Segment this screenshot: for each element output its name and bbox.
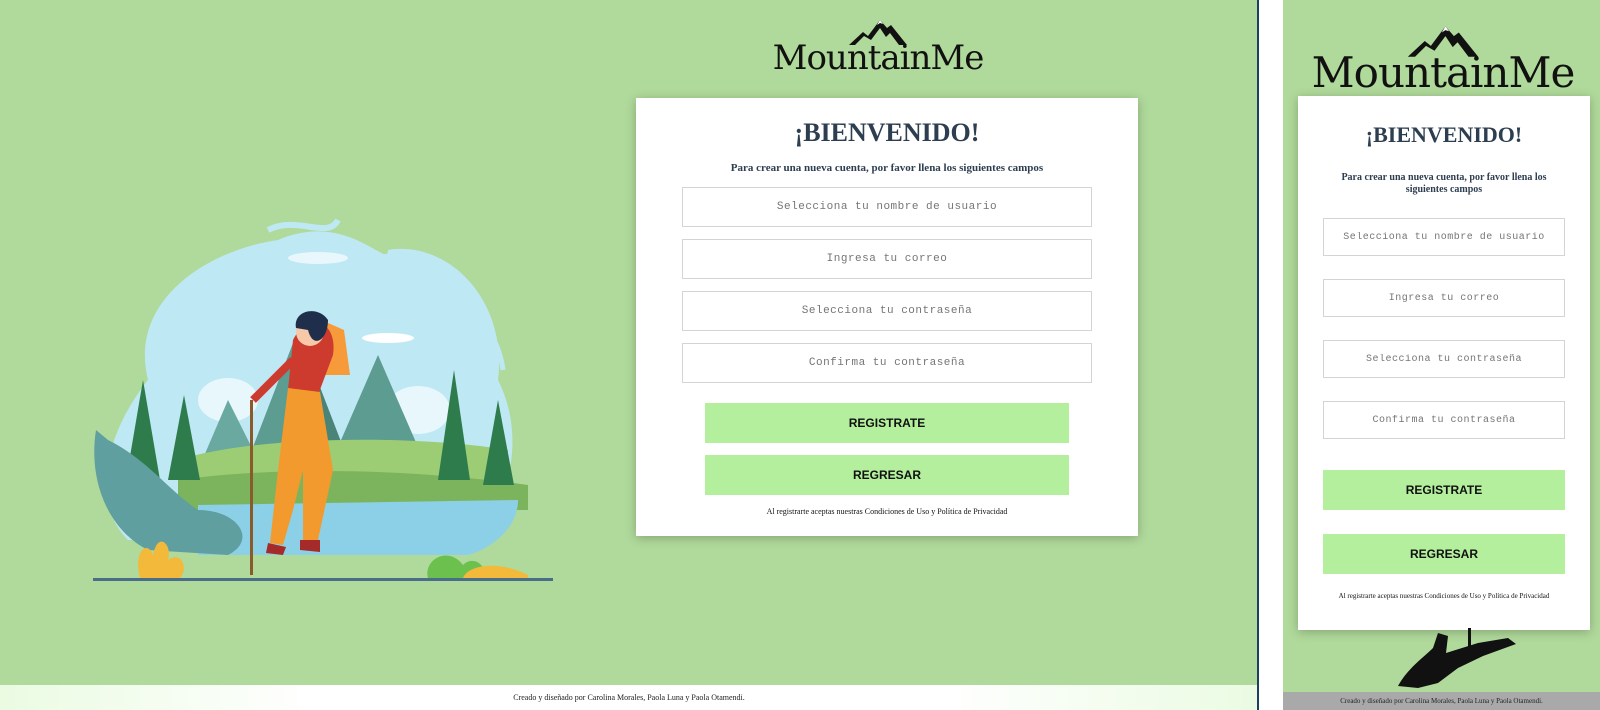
mobile-confirm-password-input[interactable] (1323, 401, 1565, 439)
welcome-title: ¡BIENVENIDO! (794, 118, 980, 147)
signup-subtitle: Para crear una nueva cuenta, por favor l… (730, 162, 1044, 174)
signup-card: ¡BIENVENIDO! Para crear una nueva cuenta… (636, 98, 1138, 536)
mobile-welcome-title: ¡BIENVENIDO! (1365, 122, 1523, 147)
password-input[interactable] (682, 291, 1092, 331)
brand-name: MountainMe (772, 38, 985, 78)
mobile-signup-card: ¡BIENVENIDO! Para crear una nueva cuenta… (1298, 96, 1590, 630)
terms-text: Al registrarte aceptas nuestras Condicio… (766, 507, 1008, 516)
footer-credits: Creado y diseñado por Carolina Morales, … (0, 685, 1258, 710)
mobile-username-input[interactable] (1323, 218, 1565, 256)
mobile-view: MountainMe ¡BIENVENIDO! Para crear una n… (1283, 0, 1600, 710)
mobile-footer-credits: Creado y diseñado por Carolina Morales, … (1283, 692, 1600, 710)
climber-silhouette-illustration (1398, 628, 1516, 688)
hiker-landscape-illustration (93, 218, 553, 581)
mobile-terms-text: Al registrarte aceptas nuestras Condicio… (1338, 592, 1550, 600)
view-gap (1259, 0, 1283, 710)
mobile-password-input[interactable] (1323, 340, 1565, 378)
mobile-register-button[interactable]: REGISTRATE (1323, 470, 1565, 510)
desktop-view: MountainMe ¡BIENVENIDO! Para crear una n… (0, 0, 1258, 710)
back-button[interactable]: REGRESAR (705, 455, 1069, 495)
mobile-brand-logo[interactable]: MountainMe (1312, 24, 1575, 96)
mobile-signup-subtitle: Para crear una nueva cuenta, por favor l… (1341, 172, 1547, 195)
register-button[interactable]: REGISTRATE (705, 403, 1069, 443)
mobile-brand-name: MountainMe (1311, 48, 1576, 97)
confirm-password-input[interactable] (682, 343, 1092, 383)
email-input[interactable] (682, 239, 1092, 279)
username-input[interactable] (682, 187, 1092, 227)
mobile-email-input[interactable] (1323, 279, 1565, 317)
mobile-back-button[interactable]: REGRESAR (1323, 534, 1565, 574)
brand-logo[interactable]: MountainMe (773, 18, 984, 76)
